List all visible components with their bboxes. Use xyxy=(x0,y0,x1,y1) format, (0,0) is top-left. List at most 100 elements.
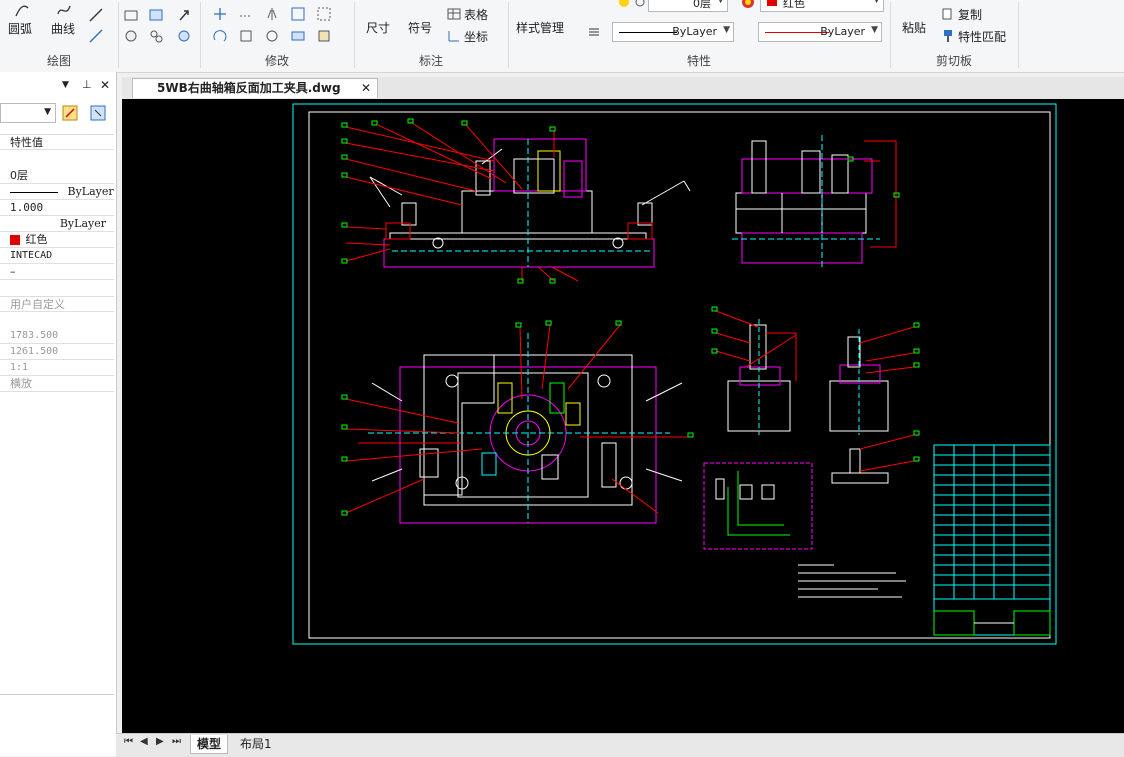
polyline-icon[interactable] xyxy=(88,28,104,44)
line-icon[interactable] xyxy=(88,7,104,23)
color-swatch xyxy=(767,0,777,6)
value-row: 1261.500 xyxy=(0,344,114,360)
layout-tab-bar: ⏮ ◀ ▶ ⏭ 模型 布局1 xyxy=(116,733,1124,757)
copy-obj-icon[interactable] xyxy=(238,6,254,22)
coordinate-button[interactable]: 坐标 xyxy=(464,28,488,45)
tab-model[interactable]: 模型 xyxy=(190,735,229,754)
rect-icon[interactable] xyxy=(123,7,139,23)
last-layout-icon[interactable]: ⏭ xyxy=(172,736,181,747)
style-manager-button[interactable]: 样式管理 xyxy=(516,19,564,36)
table-button[interactable]: 表格 xyxy=(464,6,488,23)
side-view xyxy=(732,135,897,267)
color-text: 红色 xyxy=(25,233,48,246)
quick-select-icon[interactable] xyxy=(62,105,78,121)
linetype-value: ByLayer xyxy=(672,25,717,38)
chevron-down-icon: ▼ xyxy=(723,25,730,35)
hatch-icon[interactable] xyxy=(123,28,139,44)
annotate-group: 尺寸 符号 表格 坐标 标注 xyxy=(354,0,508,72)
color-swatch xyxy=(10,235,20,245)
mirror-icon[interactable] xyxy=(264,6,280,22)
clipboard-group: 粘贴 复制 特性匹配 剪切板 xyxy=(890,0,1018,72)
object-select[interactable]: ▼ xyxy=(0,103,56,123)
properties-group-label: 特性 xyxy=(686,54,711,68)
title-block xyxy=(933,444,1051,636)
stretch-icon[interactable] xyxy=(290,28,306,44)
fillet-icon[interactable] xyxy=(264,28,280,44)
copy-button[interactable]: 复制 xyxy=(958,6,982,23)
top-view-leaders xyxy=(345,324,690,514)
user-defined-section: 用户自定义 xyxy=(0,296,114,312)
chevron-down-icon: ▼ xyxy=(44,107,51,117)
modify-group: 修改 xyxy=(200,0,354,72)
value-row: 横放 xyxy=(0,376,114,392)
property-row-plotstyle[interactable]: INTECAD xyxy=(0,248,114,264)
drawing-canvas[interactable] xyxy=(122,99,1124,733)
detail-box xyxy=(703,462,813,550)
symbol-button[interactable]: 符号 xyxy=(408,19,432,36)
color-wheel-icon[interactable] xyxy=(740,0,756,10)
color-select[interactable]: 红色 ▼ xyxy=(760,0,884,12)
first-layout-icon[interactable]: ⏮ xyxy=(124,736,133,747)
pointer-icon[interactable] xyxy=(176,7,192,23)
linetype-select[interactable]: ByLayer ▼ xyxy=(612,22,734,42)
move-icon[interactable] xyxy=(212,6,228,22)
lineweight-value: ByLayer xyxy=(820,25,865,38)
color-value: 红色 xyxy=(783,0,805,10)
sheet-border xyxy=(292,103,1057,645)
match-properties-button[interactable]: 特性匹配 xyxy=(958,28,1006,45)
property-row-lineweight[interactable]: ByLayer xyxy=(0,216,114,232)
draw-group: 圆弧 曲线 绘图 xyxy=(0,0,118,72)
value-row: 1783.500 xyxy=(0,328,114,344)
value-row: 1:1 xyxy=(0,360,114,376)
pin-icon[interactable]: ⊥ xyxy=(82,78,92,91)
front-view xyxy=(369,138,691,268)
lightbulb-icon[interactable] xyxy=(616,0,632,10)
document-tab-title: 5WB右曲轴箱反面加工夹具.dwg xyxy=(157,81,341,95)
ribbon: 圆弧 曲线 绘图 修改 尺寸 符号 表格 坐标 标注 样式管理 0层 ▼ 红色 … xyxy=(0,0,1124,73)
property-row-color[interactable]: 红色 xyxy=(0,232,114,248)
scale-icon[interactable] xyxy=(238,28,254,44)
modify-group-label: 修改 xyxy=(264,54,289,68)
layer-select[interactable]: 0层 ▼ xyxy=(648,0,728,12)
match-properties-icon xyxy=(940,28,956,44)
property-row-layer[interactable]: 0层 xyxy=(0,168,114,184)
lines-icon[interactable] xyxy=(586,24,602,40)
technical-notes xyxy=(798,564,906,598)
detail-leaders xyxy=(715,310,915,472)
dimension-button[interactable]: 尺寸 xyxy=(366,19,390,36)
prev-layout-icon[interactable]: ◀ xyxy=(140,736,148,747)
boundary-icon[interactable] xyxy=(176,28,192,44)
tab-layout1[interactable]: 布局1 xyxy=(234,735,278,753)
sun-icon[interactable] xyxy=(632,0,648,10)
clipboard-group-label: 剪切板 xyxy=(935,54,972,68)
linetype-preview xyxy=(619,32,677,33)
curve-button[interactable]: 曲线 xyxy=(51,20,75,37)
property-row-linetype[interactable]: ByLayer xyxy=(0,184,114,200)
panel-header: ▼ ⊥ ✕ xyxy=(0,78,116,94)
paste-button[interactable]: 粘贴 xyxy=(902,19,926,36)
lineweight-select[interactable]: ByLayer ▼ xyxy=(758,22,882,42)
explode-icon[interactable] xyxy=(316,28,332,44)
chevron-down-icon[interactable]: ▼ xyxy=(62,80,69,90)
column-header: 特性值 xyxy=(0,134,114,150)
rotate-icon[interactable] xyxy=(212,28,228,44)
arc-button[interactable]: 圆弧 xyxy=(8,20,32,37)
copy-icon xyxy=(940,6,956,22)
chevron-down-icon: ▼ xyxy=(873,0,880,5)
image-icon[interactable] xyxy=(148,7,164,23)
layer-value: 0层 xyxy=(693,0,711,10)
document-tab[interactable]: 5WB右曲轴箱反面加工夹具.dwg ✕ xyxy=(132,78,378,98)
select-objects-icon[interactable] xyxy=(90,105,106,121)
offset-icon[interactable] xyxy=(290,6,306,22)
annotate-group-label: 标注 xyxy=(418,54,443,68)
divider xyxy=(0,694,114,695)
close-icon[interactable]: ✕ xyxy=(100,78,110,92)
property-row-scale[interactable]: 1.000 xyxy=(0,200,114,216)
property-row-misc[interactable]: – xyxy=(0,264,114,280)
next-layout-icon[interactable]: ▶ xyxy=(156,736,164,747)
region-icon[interactable] xyxy=(148,28,164,44)
array-icon[interactable] xyxy=(316,6,332,22)
properties-group: 样式管理 0层 ▼ 红色 ▼ ByLayer ▼ ByLayer ▼ 特性 xyxy=(508,0,890,72)
close-icon[interactable]: ✕ xyxy=(361,79,371,98)
detail-views xyxy=(727,319,889,484)
